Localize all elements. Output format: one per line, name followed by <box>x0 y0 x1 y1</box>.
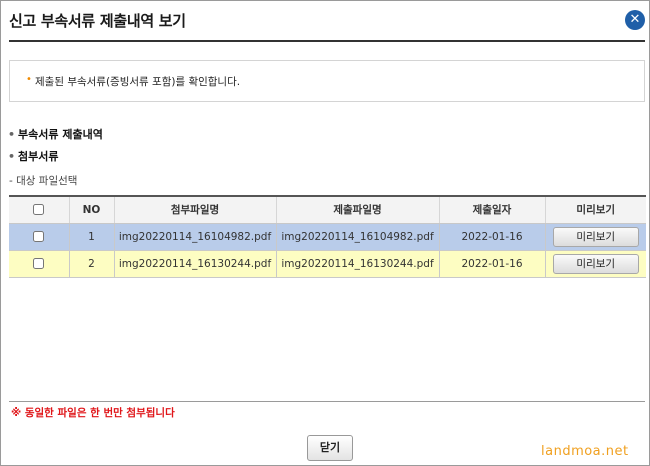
table-row[interactable]: 2 img20220114_16130244.pdf img20220114_1… <box>9 250 646 278</box>
watermark-text: landmoa.net <box>541 444 629 459</box>
row-no: 2 <box>68 250 114 278</box>
preview-button[interactable]: 미리보기 <box>552 253 639 274</box>
row-attached-name: img20220114_16130244.pdf <box>113 250 276 278</box>
file-select-label: - 대상 파일선택 <box>9 175 78 187</box>
row-select-cell <box>9 223 69 251</box>
notice-text: 제출된 부속서류(증빙서류 포함)를 확인합니다. <box>35 76 241 88</box>
title-divider <box>9 40 645 42</box>
close-button[interactable]: 닫기 <box>307 435 353 461</box>
notice-bullet-icon: • <box>26 74 32 85</box>
table-row[interactable]: 1 img20220114_16104982.pdf img20220114_1… <box>9 223 646 251</box>
preview-button[interactable]: 미리보기 <box>552 226 639 247</box>
col-header-preview: 미리보기 <box>544 195 646 224</box>
row-date: 2022-01-16 <box>438 223 545 251</box>
row-no: 1 <box>68 223 114 251</box>
col-header-submitted-name: 제출파일명 <box>275 195 439 224</box>
row-checkbox[interactable] <box>33 231 45 242</box>
footer-divider <box>9 401 645 402</box>
row-date: 2022-01-16 <box>438 250 545 278</box>
table-header-row: NO 첨부파일명 제출파일명 제출일자 미리보기 <box>9 195 646 224</box>
section-label: 첨부서류 <box>18 150 59 163</box>
select-all-checkbox[interactable] <box>33 204 45 216</box>
col-header-date: 제출일자 <box>438 195 545 224</box>
col-header-attached-name: 첨부파일명 <box>113 195 276 224</box>
col-header-no: NO <box>68 195 114 224</box>
select-all-header <box>9 195 69 224</box>
close-icon[interactable]: ✕ <box>625 10 645 30</box>
row-preview-cell: 미리보기 <box>544 250 646 278</box>
attachments-table: NO 첨부파일명 제출파일명 제출일자 미리보기 1 img20220114_1… <box>9 195 646 278</box>
row-checkbox[interactable] <box>33 258 45 269</box>
section-attachments-history: • 부속서류 제출내역 <box>8 126 103 142</box>
section-label: 부속서류 제출내역 <box>18 128 103 141</box>
row-select-cell <box>9 250 69 278</box>
section-attached-docs: • 첨부서류 <box>8 148 59 164</box>
row-submitted-name: img20220114_16130244.pdf <box>275 250 439 278</box>
dialog-title: 신고 부속서류 제출내역 보기 <box>9 12 186 30</box>
bullet-icon: • <box>8 128 16 141</box>
notice-box: • 제출된 부속서류(증빙서류 포함)를 확인합니다. <box>9 60 645 102</box>
row-submitted-name: img20220114_16104982.pdf <box>275 223 439 251</box>
bullet-icon: • <box>8 150 16 163</box>
row-preview-cell: 미리보기 <box>544 223 646 251</box>
duplicate-warning: ※ 동일한 파일은 한 번만 첨부됩니다 <box>11 407 175 419</box>
row-attached-name: img20220114_16104982.pdf <box>113 223 276 251</box>
dialog-window: 신고 부속서류 제출내역 보기 ✕ • 제출된 부속서류(증빙서류 포함)를 확… <box>0 0 650 466</box>
